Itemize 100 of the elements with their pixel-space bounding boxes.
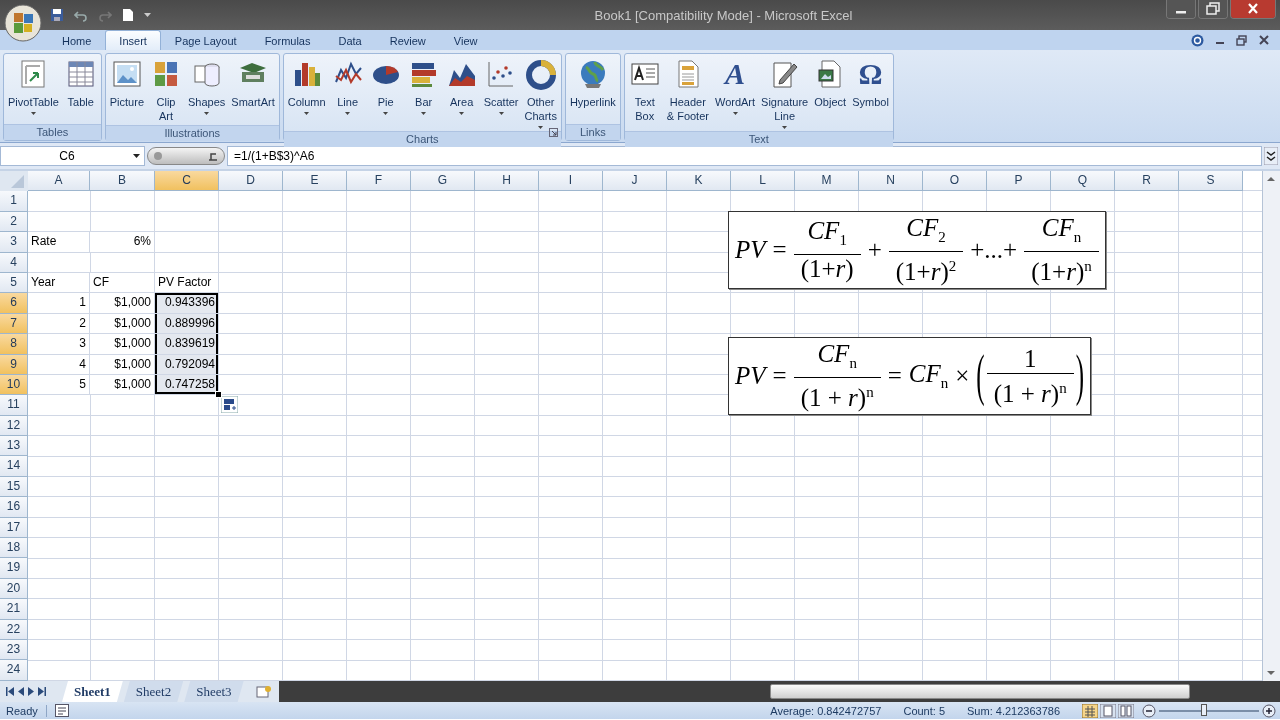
ribbon-tab[interactable]: View [439,30,492,50]
letter-heading[interactable]: A [28,171,90,192]
next-sheet-icon[interactable] [28,687,34,696]
ribbon-button[interactable]: Line [328,56,367,131]
letter-heading[interactable]: H [475,171,539,192]
letter-heading[interactable]: D [219,171,283,192]
ribbon-button[interactable]: Ω Symbol [849,56,892,131]
ribbon-button[interactable]: Object [811,56,850,131]
row-number[interactable]: 9 [0,354,28,375]
letter-heading[interactable]: R [1115,171,1179,192]
ribbon-button[interactable]: Other Charts [521,56,560,131]
zoom-in-icon[interactable] [1262,703,1276,718]
ribbon-button[interactable]: Clip Art [147,56,185,125]
expand-icon[interactable] [1264,147,1278,165]
letter-heading[interactable]: F [347,171,411,192]
ribbon-button[interactable]: PivotTable [5,56,62,124]
ribbon-tab[interactable]: Data [324,30,376,50]
dialog-launcher-icon[interactable] [548,128,558,137]
row-number[interactable]: 4 [0,252,28,273]
ribbon-tab[interactable]: Formulas [250,30,325,50]
ribbon-button[interactable]: Shapes [185,56,229,125]
ribbon-button[interactable]: Text Box [625,56,664,131]
zoom-slider-thumb[interactable] [1201,703,1207,716]
row-number[interactable]: 3 [0,232,28,253]
row-number[interactable]: 6 [0,293,28,314]
ribbon-button[interactable]: Signature Line [758,56,812,131]
sheet-tab[interactable]: Sheet1 [62,681,123,702]
sheet-tab[interactable]: Sheet2 [123,681,184,702]
first-sheet-icon[interactable] [6,687,14,696]
fill-handle[interactable] [215,391,222,399]
ribbon-button[interactable]: Scatter [480,56,522,131]
restore-icon[interactable] [1236,34,1248,46]
row-number[interactable]: 15 [0,476,28,498]
ribbon-button[interactable]: Header & Footer [663,56,712,131]
customize-caret-icon[interactable] [144,12,151,18]
last-sheet-icon[interactable] [38,687,46,696]
row-number[interactable]: 10 [0,374,28,396]
ribbon-tab[interactable]: Review [375,30,440,50]
row-number[interactable]: 23 [0,640,28,661]
letter-heading[interactable]: P [987,171,1051,192]
macro-record-icon[interactable] [54,704,69,717]
close-icon[interactable] [1258,34,1270,46]
letter-heading[interactable]: S [1179,171,1243,192]
row-number[interactable]: 12 [0,415,28,437]
normal-view-icon[interactable] [1082,703,1098,718]
row-number[interactable]: 20 [0,578,28,600]
letter-heading[interactable]: E [283,171,347,192]
row-number[interactable]: 7 [0,313,28,335]
zoom-out-icon[interactable] [1142,703,1156,718]
save-icon[interactable] [50,8,64,22]
formula-field[interactable]: =1/(1+B$3)^A6 [227,146,1262,166]
ribbon-button[interactable]: Hyperlink [566,56,619,124]
formula-controls[interactable] [147,147,225,165]
row-number[interactable]: 1 [0,191,28,212]
letter-heading[interactable]: B [90,171,155,192]
row-number[interactable]: 17 [0,517,28,539]
help-icon[interactable] [1191,33,1204,47]
ribbon-button[interactable]: Bar [404,56,443,131]
letter-heading[interactable]: G [411,171,475,192]
ribbon-button[interactable]: Picture [106,56,147,125]
row-number[interactable]: 16 [0,497,28,518]
undo-icon[interactable] [74,8,88,22]
letter-heading[interactable]: O [923,171,987,192]
row-number[interactable]: 14 [0,456,28,477]
letter-heading[interactable]: L [731,171,795,192]
previous-sheet-icon[interactable] [18,687,24,696]
letter-heading[interactable]: J [603,171,667,192]
row-number[interactable]: 13 [0,436,28,457]
row-number[interactable]: 8 [0,334,28,355]
ribbon-tab[interactable]: Insert [105,30,161,50]
letter-heading[interactable]: N [859,171,923,192]
name-box[interactable]: C6 [0,146,145,166]
letter-heading[interactable]: I [539,171,603,192]
ribbon-button[interactable]: A WordArt [711,56,759,131]
row-number[interactable]: 22 [0,619,28,640]
ribbon-button[interactable]: Table [61,56,100,124]
letter-heading[interactable]: K [667,171,731,192]
letter-heading[interactable]: M [795,171,859,192]
ribbon-tab[interactable]: Page Layout [160,30,251,50]
ribbon-tab[interactable]: Home [48,30,106,50]
row-number[interactable]: 11 [0,395,28,416]
new-document-icon[interactable] [122,8,134,22]
maximize-icon[interactable] [1198,0,1228,19]
paste-options-icon[interactable] [221,396,238,413]
horizontal-scrollbar[interactable] [770,684,1190,699]
sheet-tab[interactable]: Sheet3 [184,681,244,702]
ribbon-button[interactable]: Pie [366,56,405,131]
row-number[interactable]: 18 [0,538,28,559]
ribbon-button[interactable]: Area [442,56,481,131]
row-number[interactable]: 5 [0,272,28,294]
row-number[interactable]: 2 [0,211,28,233]
letter-heading[interactable]: Q [1051,171,1115,192]
row-number[interactable]: 19 [0,558,28,579]
page-break-icon[interactable] [1118,703,1134,718]
close-icon[interactable] [1230,0,1276,19]
minimize-icon[interactable] [1166,0,1196,19]
letter-heading[interactable]: C [155,171,219,192]
row-number[interactable]: 24 [0,660,28,681]
ribbon-button[interactable]: SmartArt [228,56,278,125]
row-number[interactable]: 21 [0,599,28,620]
